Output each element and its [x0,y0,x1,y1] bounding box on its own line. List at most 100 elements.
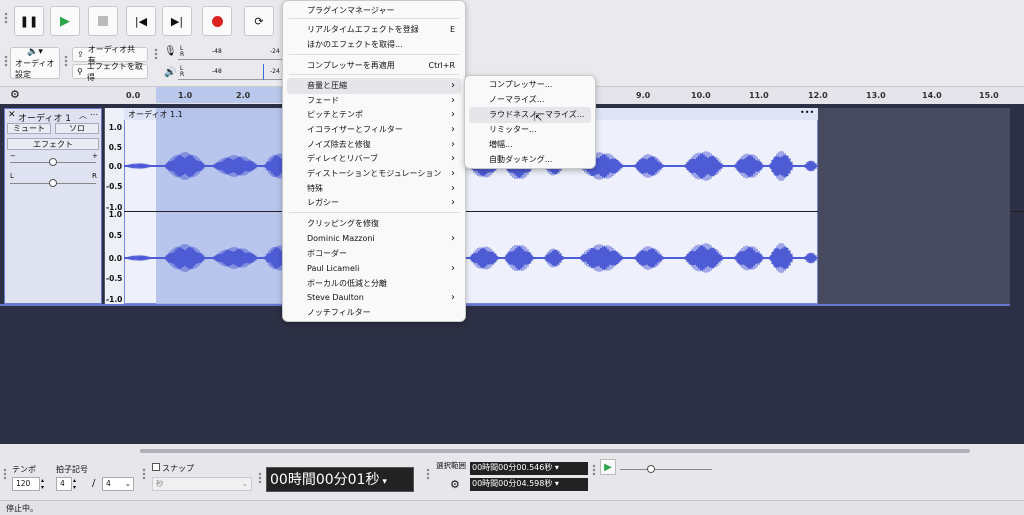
chevron-right-icon: › [451,124,455,135]
snap-unit-select[interactable]: 秒 ⌄ [152,477,252,491]
pause-button[interactable]: ❚❚ [14,6,44,36]
numerator-spinner-icon[interactable]: ▴ ▾ [73,477,76,491]
menu-shortcut: Ctrl+R [428,61,456,70]
menu-item[interactable]: ディストーションとモジュレーション › [307,167,455,181]
skip-start-button[interactable]: |◀ [126,6,156,36]
clip-name[interactable]: オーディオ 1.1 [128,109,183,120]
speaker-meter-icon[interactable]: 🔊 [164,67,176,78]
menu-item[interactable]: ディレイとリバーブ › [307,152,455,166]
toolbar-grip[interactable] [154,48,158,60]
ruler-tick-label: 0.0 [126,91,141,100]
pan-slider-thumb[interactable] [49,179,57,187]
mute-button[interactable]: ミュート [7,123,51,134]
toolbar-grip[interactable] [64,55,68,67]
menu-item[interactable]: ボーカルの低減と分離 [307,277,455,291]
time-signature-numerator[interactable]: 4 [56,477,72,491]
ruler-tick-label: 14.0 [922,91,942,100]
meter-tick: -48 [212,68,222,75]
menu-item[interactable]: Steve Daulton › [307,291,455,305]
menu-item[interactable]: Dominic Mazzoni › [307,232,455,246]
toolbar-grip[interactable] [426,468,430,480]
menu-item[interactable]: Paul Licameli › [307,262,455,276]
menu-item[interactable]: クリッピングを修復 [307,217,455,231]
microphone-icon[interactable]: 🎙 [164,46,177,57]
tempo-spinner-icon[interactable]: ▴ ▾ [41,477,44,491]
menu-item[interactable]: ノッチフィルター [307,306,455,320]
timeline-settings-icon[interactable]: ⚙ [10,88,20,101]
menu-item[interactable]: レガシー › [307,196,455,210]
get-effects-button[interactable]: ⚲ エフェクトを取得 [72,62,148,82]
play-button[interactable]: ▶ [50,6,80,36]
menu-item[interactable]: 特殊 › [307,182,455,196]
skip-end-button[interactable]: ▶| [162,6,192,36]
toolbar-grip[interactable] [4,12,8,24]
scrollbar-thumb[interactable] [140,449,970,453]
menu-item[interactable]: プラグインマネージャー [307,4,455,18]
loop-button[interactable]: ⟳ [244,6,274,36]
submenu-item[interactable]: ノーマライズ... [489,93,585,107]
submenu-item[interactable]: リミッター... [489,123,585,137]
close-track-icon[interactable]: ✕ [8,110,16,120]
toolbar-grip[interactable] [142,468,146,480]
submenu-item[interactable]: コンプレッサー... [489,78,585,92]
meter-r: R [180,71,185,78]
toolbar-grip[interactable] [4,55,8,67]
submenu-item[interactable]: 増幅... [489,138,585,152]
menu-item-label: ノッチフィルター [307,308,371,317]
speed-slider-track [620,469,712,470]
gain-slider-thumb[interactable] [49,158,57,166]
menu-separator [289,54,459,55]
record-meter[interactable]: L R -48 -24 [178,46,282,60]
meter-r: R [180,51,185,58]
menu-item-label: 音量と圧縮 [307,81,347,90]
menu-item[interactable]: ボコーダー [307,247,455,261]
amplitude-label: 0.5 [108,143,122,152]
chevron-right-icon: › [451,233,455,244]
time-display[interactable]: 00時間00分01秒 ▾ [266,467,414,492]
meter-tick: -48 [212,48,222,55]
tempo-input[interactable]: 120 [12,477,40,491]
selection-end-value: 00時間00分04.598秒 [472,479,553,488]
menu-item[interactable]: ほかのエフェクトを取得... [307,38,455,52]
toolbar-grip[interactable] [3,468,7,480]
meter-tick: -24 [270,68,280,75]
amplitude-label: 1.0 [108,123,122,132]
menu-item[interactable]: 音量と圧縮 › [307,79,455,93]
toolbar-grip[interactable] [258,472,262,484]
share-icon: ⇪ [77,50,84,59]
selection-end[interactable]: 00時間00分04.598秒 ▾ [470,478,588,491]
ruler-tick-label: 12.0 [808,91,828,100]
menu-item[interactable]: リアルタイムエフェクトを登録 E [307,23,455,37]
chevron-right-icon: › [451,197,455,208]
submenu-item[interactable]: 自動ダッキング... [489,153,585,167]
stop-button[interactable] [88,6,118,36]
time-signature-label: 拍子記号 [56,465,88,474]
toolbar-grip[interactable] [592,464,596,476]
time-signature-denominator[interactable]: 4 ⌄ [102,477,134,491]
chevron-right-icon: › [451,109,455,120]
menu-item-label: イコライザーとフィルター [307,125,403,134]
record-button[interactable] [202,6,232,36]
menu-item-label: リアルタイムエフェクトを登録 [307,25,419,34]
playback-meter[interactable]: L R -48 -24 [178,64,282,80]
menu-item[interactable]: ピッチとテンポ › [307,108,455,122]
speed-slider-thumb[interactable] [647,465,655,473]
menu-item[interactable]: フェード › [307,94,455,108]
ruler-tick-label: 9.0 [636,91,651,100]
solo-button[interactable]: ソロ [55,123,99,134]
play-at-speed-button[interactable]: ▶ [600,459,616,475]
menu-item-label: 特殊 [307,184,323,193]
selection-start[interactable]: 00時間00分00.546秒 ▾ [470,462,588,475]
audio-setup-button[interactable]: 🔈▾ オーディオ設定 [10,47,60,79]
selection-settings-icon[interactable]: ⚙ [450,478,460,491]
ruler-tick-label: 10.0 [691,91,711,100]
menu-item[interactable]: コンプレッサーを再適用 Ctrl+R [307,59,455,73]
clip-menu-button[interactable]: ••• [800,108,814,117]
menu-item[interactable]: ノイズ除去と修復 › [307,138,455,152]
track-menu-icon[interactable]: ⋯ [90,110,98,119]
effects-button[interactable]: エフェクト [7,138,99,150]
menu-item-label: Steve Daulton [307,293,364,302]
menu-item[interactable]: イコライザーとフィルター › [307,123,455,137]
snap-checkbox[interactable] [152,463,160,471]
collapse-icon[interactable]: ︿ [79,110,87,121]
